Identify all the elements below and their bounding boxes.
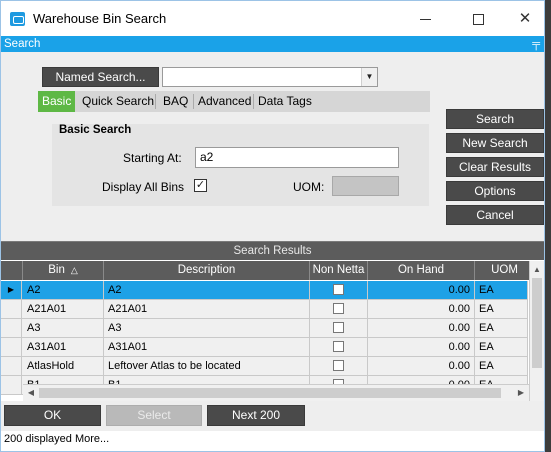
search-panel: Named Search... ▼ Basic Quick Search BAQ… [1,52,544,241]
tab-separator [155,94,156,109]
uom-label: UOM: [293,180,325,194]
minimize-icon [419,18,431,20]
column-header-description[interactable]: Description [104,261,310,280]
footer-bar: OK Select Next 200 [1,401,544,431]
cell-uom: EA [475,338,528,357]
cell-description: A31A01 [104,338,310,357]
horizontal-scroll-thumb[interactable] [39,388,501,398]
non-netta-checkbox[interactable] [333,284,344,295]
cell-bin: A21A01 [23,300,104,319]
row-selector [1,376,22,395]
cell-uom: EA [475,300,528,319]
maximize-button[interactable] [455,1,501,36]
close-button[interactable]: ✕ [502,1,544,36]
basic-search-group: Basic Search Starting At: a2 Display All… [52,124,429,206]
cell-bin: AtlasHold [23,357,104,376]
search-section-bar: Search ╤ [1,36,544,52]
window-title: Warehouse Bin Search [33,11,167,26]
warehouse-bin-search-window: Warehouse Bin Search ✕ Search ╤ Named Se… [0,0,545,452]
named-search-select[interactable]: ▼ [162,67,378,87]
basic-search-title: Basic Search [59,124,132,136]
starting-at-label: Starting At: [123,151,182,165]
column-header-on-hand[interactable]: On Hand [368,261,475,280]
display-all-bins-label: Display All Bins [102,180,185,194]
grid-header: Bin △ Description Non Netta On Hand UOM [1,261,544,280]
row-selector [1,357,22,376]
row-selector [1,338,22,357]
display-all-bins-checkbox[interactable]: ✓ [194,179,207,192]
table-row[interactable]: ▶ A2 A2 0.00 EA [1,281,528,300]
tab-basic[interactable]: Basic [38,91,76,112]
search-button[interactable]: Search [446,109,544,129]
vertical-scrollbar[interactable]: ▲ [529,261,544,401]
options-button[interactable]: Options [446,181,544,201]
row-selector [1,300,22,319]
non-netta-checkbox[interactable] [333,341,344,352]
table-row[interactable]: A3 A3 0.00 EA [1,319,528,338]
tab-baq[interactable]: BAQ [159,91,192,112]
table-row[interactable]: A21A01 A21A01 0.00 EA [1,300,528,319]
maximize-icon [472,13,484,25]
row-selector [1,319,22,338]
ok-button[interactable]: OK [4,405,101,426]
select-button[interactable]: Select [106,405,202,426]
horizontal-scrollbar[interactable]: ◀ ▶ [23,384,529,401]
scroll-up-icon[interactable]: ▲ [530,261,544,278]
cell-on-hand: 0.00 [368,319,475,338]
tab-advanced[interactable]: Advanced [194,91,255,112]
cell-uom: EA [475,281,528,300]
search-tabs: Basic Quick Search BAQ Advanced Data Tag… [38,91,430,112]
next-200-button[interactable]: Next 200 [207,405,305,426]
new-search-button[interactable]: New Search [446,133,544,153]
non-netta-checkbox[interactable] [333,322,344,333]
search-section-label: Search [4,38,41,50]
vertical-scroll-thumb[interactable] [532,278,542,368]
cell-bin: A2 [23,281,104,300]
scroll-right-icon[interactable]: ▶ [513,385,529,401]
cell-on-hand: 0.00 [368,357,475,376]
cell-on-hand: 0.00 [368,281,475,300]
results-grid: Bin △ Description Non Netta On Hand UOM ▶… [1,261,544,401]
cell-on-hand: 0.00 [368,338,475,357]
background-app-strip [545,0,551,452]
minimize-button[interactable] [402,1,448,36]
non-netta-checkbox[interactable] [333,303,344,314]
non-netta-checkbox[interactable] [333,360,344,371]
cell-description: A2 [104,281,310,300]
table-row[interactable]: AtlasHold Leftover Atlas to be located 0… [1,357,528,376]
cell-bin: A31A01 [23,338,104,357]
column-header-bin[interactable]: Bin △ [23,261,104,280]
uom-field[interactable] [332,176,399,196]
column-header-uom[interactable]: UOM [475,261,535,280]
title-bar[interactable]: Warehouse Bin Search ✕ [1,1,544,36]
pin-icon[interactable]: ╤ [532,36,540,52]
table-row[interactable]: A31A01 A31A01 0.00 EA [1,338,528,357]
cell-description: A3 [104,319,310,338]
cell-uom: EA [475,357,528,376]
starting-at-input[interactable]: a2 [195,147,399,168]
dropdown-arrow-icon[interactable]: ▼ [361,68,377,86]
tab-quick-search[interactable]: Quick Search [78,91,158,112]
cell-on-hand: 0.00 [368,300,475,319]
scroll-left-icon[interactable]: ◀ [23,385,39,401]
named-search-button[interactable]: Named Search... [42,67,159,87]
current-row-indicator-icon: ▶ [1,281,22,300]
cell-bin: A3 [23,319,104,338]
app-icon [10,12,25,26]
close-icon: ✕ [518,10,532,27]
cell-description: A21A01 [104,300,310,319]
sort-ascending-icon: △ [70,265,78,275]
cell-uom: EA [475,319,528,338]
search-results-title: Search Results [1,241,544,260]
clear-results-button[interactable]: Clear Results [446,157,544,177]
status-text: 200 displayed More... [4,433,110,445]
cell-description: Leftover Atlas to be located [104,357,310,376]
column-header-non-netta[interactable]: Non Netta [310,261,368,280]
cancel-button[interactable]: Cancel [446,205,544,225]
row-header-corner [1,261,23,280]
tab-data-tags[interactable]: Data Tags [254,91,316,112]
